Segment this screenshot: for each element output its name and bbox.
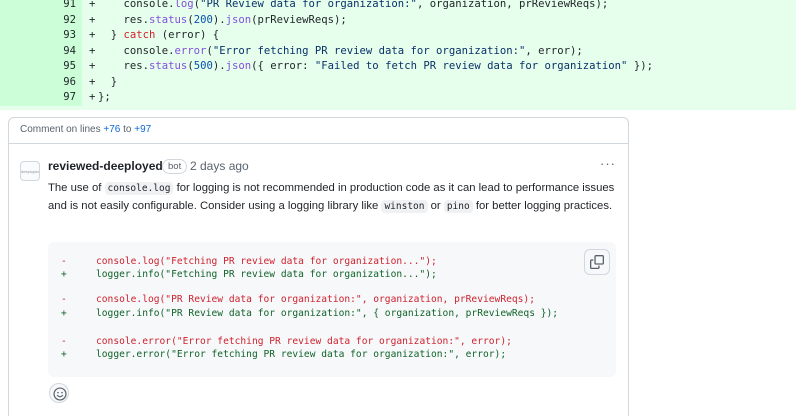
range-end-link[interactable]: +97 bbox=[134, 124, 151, 135]
code-token: "Failed to fetch PR review data for orga… bbox=[314, 60, 628, 72]
avatar[interactable]: deeployed bbox=[20, 161, 40, 181]
diff-code: res.status(200).json(prReviewReqs); bbox=[98, 13, 347, 29]
diff-line: 94 + console.error("Error fetching PR rev… bbox=[0, 43, 796, 60]
code-token: }; bbox=[98, 91, 111, 103]
diff-sign: + bbox=[89, 91, 96, 103]
suggestion-code: logger.info("PR Review data for organiza… bbox=[96, 308, 559, 319]
line-number[interactable]: 96 bbox=[40, 75, 76, 91]
add-reaction-button[interactable] bbox=[49, 383, 69, 403]
diff-sign: + bbox=[89, 29, 96, 41]
code-token: } bbox=[98, 75, 118, 88]
line-number[interactable]: 93 bbox=[40, 28, 76, 44]
suggestion-code: console.log("Fetching PR review data for… bbox=[96, 256, 437, 267]
suggestion-sign: + bbox=[61, 308, 67, 319]
comment-text: for better logging practices. bbox=[472, 199, 613, 212]
diff-code: console.log("PR Review data for organiza… bbox=[98, 0, 609, 13]
code-token: console. bbox=[98, 0, 175, 10]
suggestion-sign: + bbox=[61, 349, 67, 360]
comment-range-mid: to bbox=[120, 124, 135, 135]
comment-body: The use of console.log for logging is no… bbox=[48, 180, 620, 215]
code-token: status bbox=[149, 13, 188, 26]
suggestion-code: console.error("Error fetching PR review … bbox=[96, 336, 512, 347]
smiley-icon bbox=[53, 387, 67, 401]
code-token: , error); bbox=[525, 44, 583, 57]
code-token: } bbox=[98, 29, 124, 41]
suggestion-code: logger.info("Fetching PR review data for… bbox=[96, 269, 437, 280]
suggested-change: - console.log("Fetching PR review data fo… bbox=[48, 242, 616, 377]
suggestion-code: console.log("PR Review data for organiza… bbox=[96, 294, 535, 305]
diff-line: 93 + } catch (error) { bbox=[0, 28, 796, 44]
suggestion-sign: - bbox=[61, 256, 67, 267]
line-number[interactable]: 97 bbox=[40, 90, 76, 106]
suggestion-sign: + bbox=[61, 269, 67, 280]
suggestion-sign: - bbox=[61, 294, 67, 305]
comment-range-prefix: Comment on lines bbox=[20, 124, 104, 135]
inline-code: winston bbox=[381, 199, 428, 213]
code-token: 200 bbox=[193, 13, 213, 26]
code-token: json bbox=[225, 13, 252, 26]
copy-icon bbox=[590, 255, 604, 269]
suggestion-code: logger.error("Error fetching PR review d… bbox=[96, 349, 507, 360]
line-number[interactable]: 95 bbox=[40, 59, 76, 75]
code-token: ). bbox=[212, 13, 226, 26]
diff-code: } catch (error) { bbox=[98, 28, 219, 44]
code-token: , organization, prReviewReqs); bbox=[416, 0, 609, 10]
diff-sign: + bbox=[89, 13, 96, 26]
comment-text: The use of bbox=[48, 182, 105, 194]
code-token: ({ error: bbox=[251, 60, 315, 72]
author-name[interactable]: reviewed-deeployed bbox=[48, 159, 163, 173]
code-token: error bbox=[174, 44, 207, 57]
line-number[interactable]: 92 bbox=[40, 13, 76, 29]
diff-code: console.error("Error fetching PR review … bbox=[98, 44, 583, 60]
kebab-menu-icon[interactable]: ··· bbox=[600, 156, 616, 171]
code-token: 500 bbox=[193, 60, 213, 72]
range-start-link[interactable]: +76 bbox=[103, 124, 120, 135]
code-token: log bbox=[174, 0, 194, 10]
review-comment: Comment on lines +76 to +97 deeployed re… bbox=[8, 117, 629, 416]
code-token: "PR Review data for organization:" bbox=[200, 0, 417, 10]
inline-code: pino bbox=[443, 199, 473, 213]
bot-badge: bot bbox=[162, 159, 188, 174]
diff-hunk: 91 + console.log("PR Review data for orga… bbox=[0, 0, 796, 110]
diff-code: res.status(500).json({ error: "Failed to… bbox=[98, 59, 653, 75]
code-token: }); bbox=[627, 60, 653, 72]
inline-code: console.log bbox=[104, 182, 174, 195]
diff-line: 92 + res.status(200).json(prReviewReqs); bbox=[0, 12, 796, 29]
diff-code: } bbox=[98, 75, 117, 91]
diff-line: 97 +}; bbox=[0, 90, 796, 106]
comment-text: or bbox=[427, 199, 444, 212]
code-token: json bbox=[225, 60, 252, 72]
diff-line: 91 + console.log("PR Review data for orga… bbox=[0, 0, 796, 13]
code-token: (prReviewReqs); bbox=[251, 13, 347, 26]
code-token: "Error fetching PR review data for organ… bbox=[212, 44, 526, 57]
comment-range-header: Comment on lines +76 to +97 bbox=[9, 118, 628, 144]
code-token: ). bbox=[212, 60, 226, 72]
diff-sign: + bbox=[89, 75, 96, 88]
diff-line: 96 + } bbox=[0, 74, 796, 91]
avatar-text: deeployed bbox=[21, 169, 40, 174]
code-token: console. bbox=[98, 44, 175, 57]
copy-button[interactable] bbox=[584, 249, 610, 275]
code-token: (error) { bbox=[155, 29, 220, 41]
line-number[interactable]: 94 bbox=[40, 44, 76, 60]
diff-sign: + bbox=[89, 0, 96, 10]
diff-code: }; bbox=[98, 90, 111, 106]
line-number[interactable]: 91 bbox=[40, 0, 76, 13]
code-token: res. bbox=[98, 60, 150, 72]
code-token: catch bbox=[123, 29, 156, 41]
suggestion-sign: - bbox=[61, 336, 67, 347]
diff-sign: + bbox=[89, 60, 96, 72]
diff-sign: + bbox=[89, 44, 96, 57]
comment-timestamp[interactable]: 2 days ago bbox=[190, 159, 249, 173]
diff-line: 95 + res.status(500).json({ error: "Faile… bbox=[0, 59, 796, 75]
code-token: status bbox=[149, 60, 188, 72]
code-token: res. bbox=[98, 13, 150, 26]
